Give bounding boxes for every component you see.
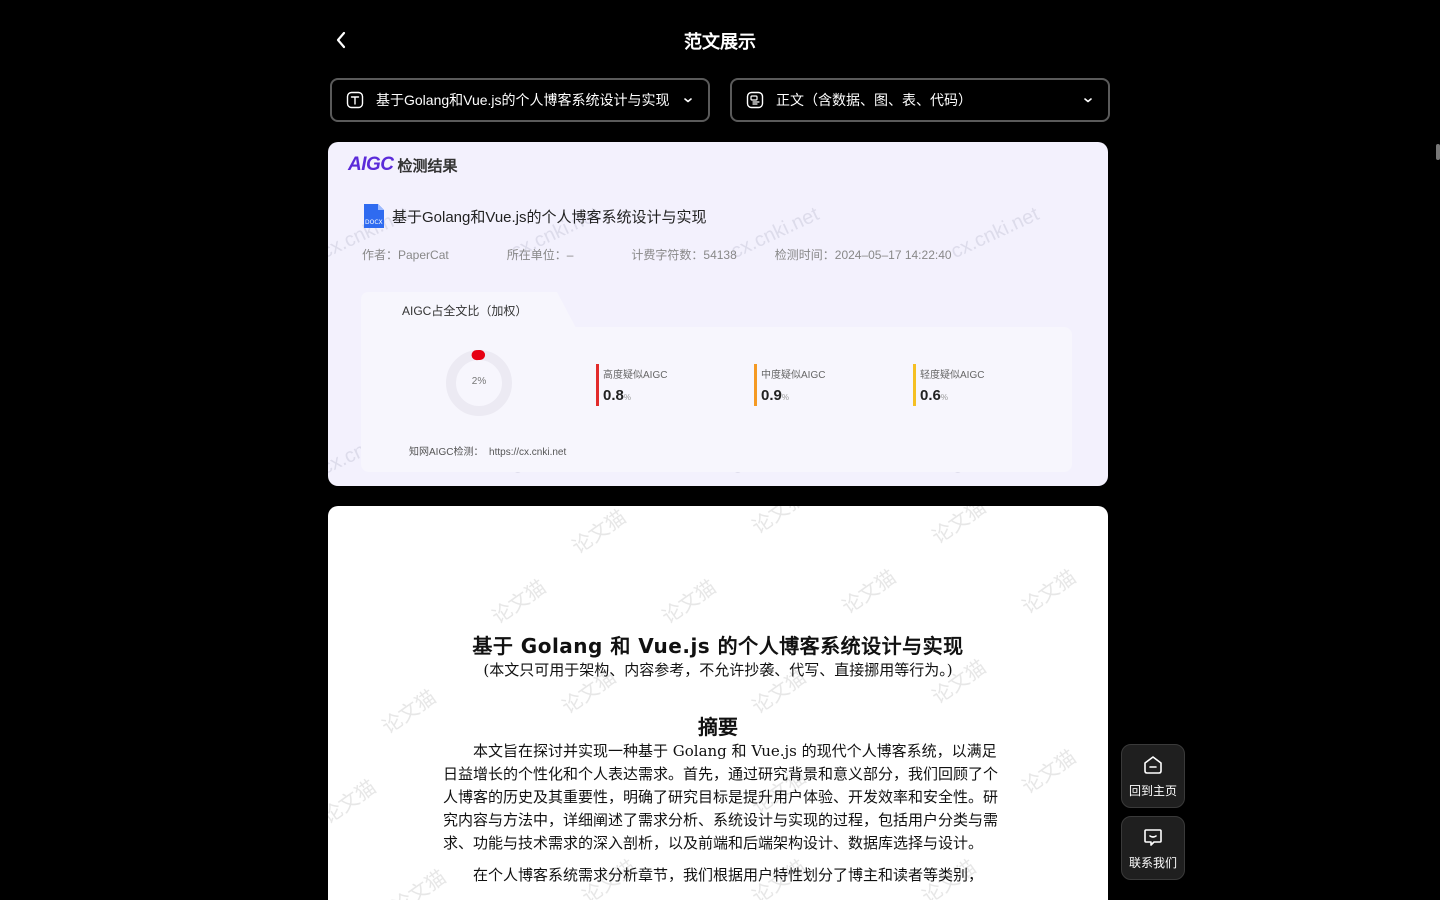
report-doc-title: 基于Golang和Vue.js的个人博客系统设计与实现	[392, 208, 707, 226]
abstract-paragraph: 在个人博客系统需求分析章节，我们根据用户特性划分了博主和读者等类别，	[473, 866, 984, 884]
chat-icon	[1144, 828, 1162, 846]
abstract-heading: 摘要	[698, 715, 738, 739]
stat-high: 高度疑似AIGC 0.8%	[596, 364, 667, 406]
docx-file-icon: DOCX	[364, 204, 384, 228]
home-button-label: 回到主页	[1128, 783, 1177, 798]
svg-text:DOCX: DOCX	[365, 219, 383, 226]
home-button[interactable]: 回到主页	[1121, 744, 1185, 808]
header: 范文展示	[0, 0, 1440, 80]
section-select[interactable]: 正文（含数据、图、表、代码）	[730, 78, 1110, 122]
contact-button-label: 联系我们	[1128, 855, 1177, 870]
paper-title: 基于 Golang 和 Vue.js 的个人博客系统设计与实现	[472, 634, 964, 658]
document-select-value: 基于Golang和Vue.js的个人博客系统设计与实现	[376, 92, 670, 108]
stat-value: 0.8%	[603, 387, 631, 404]
report-document-row: DOCX 基于Golang和Vue.js的个人博客系统设计与实现	[362, 202, 707, 230]
watermark: 论文猫	[838, 566, 901, 619]
abstract-paragraph: 本文旨在探讨并实现一种基于 Golang 和 Vue.js 的现代个人博客系统，…	[443, 742, 999, 852]
report-meta: 作者：PaperCat 所在单位：– 计费字符数：54138 检测时间：2024…	[362, 246, 1010, 263]
tab-aigc-ratio[interactable]: AIGC占全文比（加权）	[402, 302, 527, 319]
watermark: 论文猫	[1018, 746, 1081, 799]
home-icon	[1144, 755, 1162, 774]
stat-label: 中度疑似AIGC	[761, 370, 826, 381]
watermark: 论文猫	[328, 776, 381, 829]
document-select[interactable]: 基于Golang和Vue.js的个人博客系统设计与实现	[330, 78, 710, 122]
donut-percent: 2%	[471, 376, 487, 387]
document-section-icon	[746, 91, 764, 109]
meta-time: 检测时间：2024–05–17 14:22:40	[774, 248, 952, 262]
watermark: 论文猫	[568, 506, 631, 559]
watermark: 论文猫	[928, 506, 991, 549]
stat-label: 轻度疑似AIGC	[920, 370, 985, 381]
stat-bar	[596, 364, 599, 406]
stat-value: 0.9%	[761, 387, 789, 404]
watermark: 论文猫	[488, 576, 551, 629]
meta-unit: 所在单位：–	[506, 248, 574, 262]
watermark: 论文猫	[748, 506, 811, 539]
stat-low: 轻度疑似AIGC 0.6%	[913, 364, 984, 406]
stat-bar	[754, 364, 757, 406]
stat-medium: 中度疑似AIGC 0.9%	[754, 364, 825, 406]
chevron-down-icon	[1082, 94, 1094, 106]
meta-chars: 计费字符数：54138	[631, 248, 737, 262]
abstract-body: 本文旨在探讨并实现一种基于 Golang 和 Vue.js 的现代个人博客系统，…	[443, 740, 1008, 887]
report-heading: 检测结果	[397, 157, 458, 175]
text-icon	[346, 91, 364, 109]
scrollbar-thumb[interactable]	[1436, 144, 1440, 160]
aigc-report-card: cx.cnki.net cx.cnki.net cx.cnki.net cx.c…	[328, 142, 1108, 486]
cnki-link-url: https://cx.cnki.net	[489, 447, 567, 458]
cnki-link-label: 知网AIGC检测：	[409, 447, 484, 458]
watermark: 论文猫	[1018, 566, 1081, 619]
meta-author: 作者：PaperCat	[362, 248, 449, 262]
contact-button[interactable]: 联系我们	[1121, 816, 1185, 880]
cnki-link[interactable]: 知网AIGC检测： https://cx.cnki.net	[409, 443, 566, 458]
aigc-logo: AIGC 检测结果	[348, 154, 458, 176]
aigc-logo-mark: AIGC	[348, 154, 394, 175]
stat-value: 0.6%	[920, 387, 948, 404]
stat-label: 高度疑似AIGC	[603, 370, 668, 381]
watermark: 论文猫	[388, 866, 451, 900]
watermark: 论文猫	[658, 576, 721, 629]
section-select-value: 正文（含数据、图、表、代码）	[776, 92, 972, 108]
chevron-down-icon	[682, 94, 694, 106]
page-title: 范文展示	[684, 32, 756, 52]
sample-paper-page: 论文猫 论文猫 论文猫 论文猫 论文猫 论文猫 论文猫 论文猫 论文猫 论文猫 …	[328, 506, 1108, 900]
paper-note: (本文只可用于架构、内容参考，不允许抄袭、代写、直接挪用等行为。)	[483, 661, 953, 679]
stat-bar	[913, 364, 916, 406]
